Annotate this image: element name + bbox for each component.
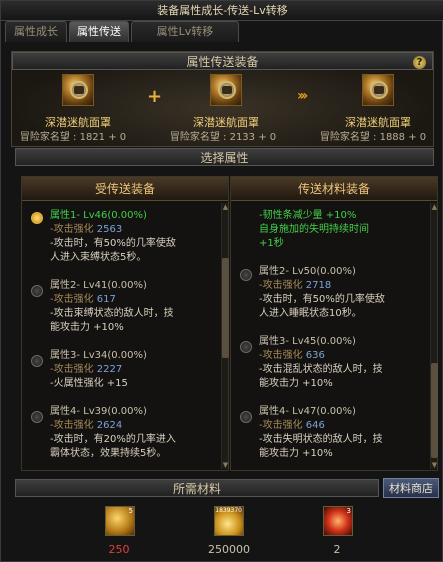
attribute-transfer-window: 装备属性成长-传送-Lv转移 属性成长 属性传送 属性Lv转移 属性传送装备 ?…: [0, 0, 443, 562]
receiver-scrollbar[interactable]: ▲ ▼: [221, 203, 229, 469]
required-materials-header: 所需材料: [15, 479, 379, 497]
source-attr-1-line-2: 自身施加的失明持续时间: [259, 224, 369, 235]
source-equipment-icon[interactable]: [210, 74, 242, 106]
receiver-equipment-icon[interactable]: [62, 74, 94, 106]
result-equipment-reputation: 冒险家名望 : 1888 + 0: [319, 132, 427, 143]
source-attribute-panel: 传送材料装备 -韧性条减少量 +10% 自身施加的失明持续时间 +1秒 属性2-…: [230, 176, 438, 471]
radio-receiver-attr-2[interactable]: [31, 285, 43, 297]
tab-bar: 属性成长 属性传送 属性Lv转移: [5, 21, 440, 42]
receiver-attr-1-line-2: -攻击时，有50%的几率使敌: [50, 238, 176, 249]
receiver-attr-1-title: 属性1- Lv46(0.00%): [50, 210, 147, 221]
window-title: 装备属性成长-传送-Lv转移: [1, 1, 443, 21]
tab-attribute-transfer[interactable]: 属性传送: [69, 21, 129, 42]
source-attr-1-line-1: -韧性条减少量 +10%: [259, 210, 357, 221]
receiver-attr-2[interactable]: 属性2- Lv41(0.00%) -攻击强化 617 -攻击束缚状态的敌人时，技…: [50, 279, 220, 335]
material-3-badge: 3: [346, 507, 351, 515]
gold-coins-icon[interactable]: 1839370: [214, 506, 244, 536]
source-scroll-thumb[interactable]: [431, 363, 438, 458]
source-equipment-reputation: 冒险家名望 : 2133 + 0: [169, 132, 277, 143]
source-attr-3[interactable]: 属性3- Lv45(0.00%) -攻击强化 636 -攻击混乱状态的敌人时，技…: [259, 335, 429, 391]
source-column-title: 传送材料装备: [231, 177, 437, 201]
arrow-right-icon: ›››: [297, 88, 308, 104]
material-shop-button[interactable]: 材料商店: [383, 478, 439, 498]
receiver-attr-1-line-1: -攻击强化: [50, 224, 97, 235]
source-attr-2-line-2: -攻击时，有50%的几率使敌: [259, 294, 385, 305]
source-attr-4-value: 646: [305, 420, 325, 431]
receiver-attr-1-line-3: 人进入束缚状态5秒。: [50, 252, 147, 263]
transfer-equipment-title: 属性传送装备: [186, 55, 259, 69]
source-attr-3-line-1: -攻击强化: [259, 350, 306, 361]
receiver-attr-2-value: 617: [96, 294, 116, 305]
tab-attribute-growth[interactable]: 属性成长: [5, 21, 67, 42]
receiver-attribute-panel: 受传送装备 属性1- Lv46(0.00%) -攻击强化 2563 -攻击时，有…: [21, 176, 229, 471]
red-crystal-icon[interactable]: 3: [323, 506, 353, 536]
source-attr-4-line-3: 能攻击力 +10%: [259, 448, 333, 459]
plus-icon: +: [147, 86, 163, 107]
radio-receiver-attr-4[interactable]: [31, 411, 43, 423]
source-attr-2[interactable]: 属性2- Lv50(0.00%) -攻击强化 2718 -攻击时，有50%的几率…: [259, 265, 429, 321]
receiver-equipment-reputation: 冒险家名望 : 1821 + 0: [19, 132, 127, 143]
material-1-count: 250: [108, 543, 130, 556]
transfer-equipment-header: 属性传送装备 ?: [12, 52, 433, 70]
source-attr-4-line-2: -攻击失明状态的敌人时，技: [259, 434, 383, 445]
source-attr-4[interactable]: 属性4- Lv47(0.00%) -攻击强化 646 -攻击失明状态的敌人时，技…: [259, 405, 429, 461]
receiver-attr-4-line-3: 霸体状态，效果持续5秒。: [50, 448, 167, 459]
source-attr-1-line-3: +1秒: [259, 238, 284, 249]
source-attr-3-line-2: -攻击混乱状态的敌人时，技: [259, 364, 383, 375]
radio-source-attr-4[interactable]: [240, 411, 252, 423]
source-attr-2-value: 2718: [305, 280, 332, 291]
receiver-attr-3-value: 2227: [96, 364, 123, 375]
source-attr-2-line-3: 人进入睡眠状态10秒。: [259, 308, 362, 319]
receiver-attr-2-line-3: 能攻击力 +10%: [50, 322, 124, 333]
material-1-badge: 5: [128, 507, 133, 515]
receiver-attr-2-line-1: -攻击强化: [50, 294, 97, 305]
receiver-attr-4-line-2: -攻击时，有20%的几率进入: [50, 434, 176, 445]
radio-source-attr-3[interactable]: [240, 341, 252, 353]
receiver-attr-3-line-1: -攻击强化: [50, 364, 97, 375]
source-attr-2-title: 属性2- Lv50(0.00%): [259, 266, 356, 277]
gold-ticket-icon[interactable]: 5: [105, 506, 135, 536]
receiver-attr-3-title: 属性3- Lv34(0.00%): [50, 350, 147, 361]
source-scrollbar[interactable]: ▲ ▼: [430, 203, 438, 469]
receiver-attr-4-line-1: -攻击强化: [50, 420, 97, 431]
receiver-attr-1-value: 2563: [96, 224, 123, 235]
source-attr-3-value: 636: [305, 350, 325, 361]
select-attribute-header: 选择属性: [15, 148, 434, 166]
receiver-attr-1[interactable]: 属性1- Lv46(0.00%) -攻击强化 2563 -攻击时，有50%的几率…: [50, 209, 220, 265]
radio-receiver-attr-3[interactable]: [31, 355, 43, 367]
scroll-down-arrow-icon[interactable]: ▼: [431, 461, 438, 469]
source-attr-4-line-1: -攻击强化: [259, 420, 306, 431]
receiver-attr-2-line-2: -攻击束缚状态的敌人时，技: [50, 308, 174, 319]
help-icon[interactable]: ?: [413, 56, 426, 69]
receiver-attr-3[interactable]: 属性3- Lv34(0.00%) -攻击强化 2227 -火属性强化 +15: [50, 349, 220, 391]
source-attr-2-line-1: -攻击强化: [259, 280, 306, 291]
scroll-up-arrow-icon[interactable]: ▲: [431, 203, 438, 211]
source-attr-3-line-3: 能攻击力 +10%: [259, 378, 333, 389]
receiver-column-title: 受传送装备: [22, 177, 228, 201]
radio-receiver-attr-1[interactable]: [31, 212, 43, 224]
radio-source-attr-2[interactable]: [240, 269, 252, 281]
source-attr-3-title: 属性3- Lv45(0.00%): [259, 336, 356, 347]
receiver-attr-4[interactable]: 属性4- Lv39(0.00%) -攻击强化 2624 -攻击时，有20%的几率…: [50, 405, 220, 461]
transfer-equipment-panel: 属性传送装备 ? 深潜迷航面罩 冒险家名望 : 1821 + 0 + 深潜迷航面…: [11, 51, 434, 147]
source-attr-4-title: 属性4- Lv47(0.00%): [259, 406, 356, 417]
receiver-attr-2-title: 属性2- Lv41(0.00%): [50, 280, 147, 291]
scroll-up-arrow-icon[interactable]: ▲: [222, 203, 229, 211]
source-attr-1-partial: -韧性条减少量 +10% 自身施加的失明持续时间 +1秒: [259, 209, 429, 251]
scroll-down-arrow-icon[interactable]: ▼: [222, 461, 229, 469]
material-2-count: 250000: [208, 543, 250, 556]
material-3-count: 2: [333, 543, 341, 556]
receiver-scroll-thumb[interactable]: [222, 258, 229, 358]
receiver-attr-3-line-2: -火属性强化 +15: [50, 378, 128, 389]
material-2-badge: 1839370: [215, 507, 242, 514]
receiver-attr-4-value: 2624: [96, 420, 123, 431]
tab-attribute-lv-transfer[interactable]: 属性Lv转移: [131, 21, 239, 42]
result-equipment-icon[interactable]: [362, 74, 394, 106]
receiver-attr-4-title: 属性4- Lv39(0.00%): [50, 406, 147, 417]
